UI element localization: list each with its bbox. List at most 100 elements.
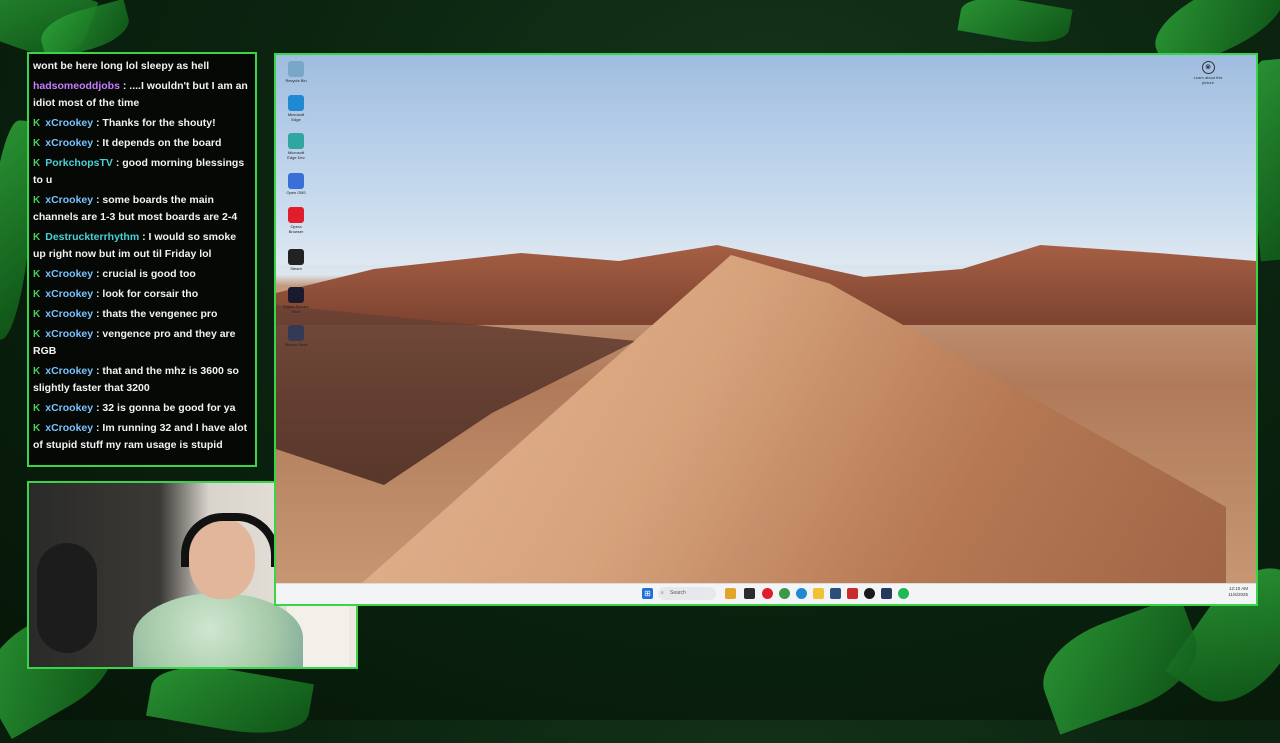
edge-taskbar-icon[interactable] <box>796 588 807 599</box>
subscriber-badge-icon: K <box>33 118 41 129</box>
chat-message: KxCrookey : vengence pro and they are RG… <box>33 326 251 360</box>
desktop-shortcut[interactable]: Steam <box>283 249 309 271</box>
gaming-chair <box>37 543 97 653</box>
chat-message: KxCrookey : thats the vengenec pro <box>33 306 251 323</box>
obs-icon <box>288 173 304 189</box>
chat-message-list: wont be here long lol sleepy as hell hads… <box>33 58 251 454</box>
chat-username[interactable]: xCrookey <box>45 365 93 377</box>
spotify-taskbar-icon[interactable] <box>898 588 909 599</box>
wallpaper-sky <box>276 55 1256 265</box>
subscriber-badge-icon: K <box>33 269 41 280</box>
chat-message: KxCrookey : that and the mhz is 3600 so … <box>33 363 251 397</box>
wallpaper-info-widget[interactable]: ⊗ Learn about this picture <box>1188 61 1228 85</box>
opera-icon <box>288 207 304 223</box>
desktop-shortcut[interactable]: Stream Deck <box>283 325 309 347</box>
chat-message: hadsomeoddjobs : ....I wouldn't but I am… <box>33 78 251 112</box>
desktop-shortcut-label: Stream Deck <box>284 342 308 347</box>
chat-text: : crucial is good too <box>96 268 196 280</box>
desktop-shortcut[interactable]: Opera Browser <box>283 207 309 234</box>
steam-taskbar-icon[interactable] <box>881 588 892 599</box>
chat-panel: wont be here long lol sleepy as hell hads… <box>27 52 257 467</box>
opera-taskbar-icon[interactable] <box>762 588 773 599</box>
chat-username[interactable]: xCrookey <box>45 137 93 149</box>
leaf-decoration <box>957 0 1073 50</box>
desktop-shortcut-label: Opera Browser <box>288 224 304 234</box>
chat-text: : 32 is gonna be good for ya <box>96 402 236 414</box>
subscriber-badge-icon: K <box>33 289 41 300</box>
chat-text: : look for corsair tho <box>96 288 199 300</box>
chat-text: : thats the vengenec pro <box>96 308 218 320</box>
chat-message: KxCrookey : Im running 32 and I have alo… <box>33 420 251 454</box>
chat-message: K PorkchopsTV : good morning blessings to… <box>33 155 251 189</box>
search-placeholder: Search <box>670 590 686 596</box>
subscriber-badge-icon: K <box>33 138 41 149</box>
edge-icon <box>288 95 304 111</box>
system-tray[interactable]: 12:10 AM 11/6/2025 <box>1228 586 1248 598</box>
taskbar-search[interactable]: ⌕ Search <box>658 587 716 600</box>
chat-message: KxCrookey : look for corsair tho <box>33 286 251 303</box>
chat-text: : Thanks for the shouty! <box>96 117 216 129</box>
search-icon: ⌕ <box>661 590 664 596</box>
subscriber-badge-icon: K <box>33 423 41 434</box>
desktop-shortcut-label: Open OBS <box>286 190 306 195</box>
app-taskbar-icon[interactable] <box>830 588 841 599</box>
folder-taskbar-icon[interactable] <box>813 588 824 599</box>
subscriber-badge-icon: K <box>33 366 41 377</box>
streamer-app-taskbar-icon[interactable] <box>847 588 858 599</box>
desktop-shortcut[interactable]: Open OBS <box>283 173 309 195</box>
subscriber-badge-icon: K <box>33 329 41 340</box>
desktop-shortcut-label: Recycle Bin <box>285 78 307 83</box>
desktop-shortcut[interactable]: Microsoft Edge Dev <box>283 133 309 160</box>
desktop-shortcut-label: Steam <box>290 266 302 271</box>
clock-date: 11/6/2025 <box>1228 592 1248 597</box>
chat-message: wont be here long lol sleepy as hell <box>33 58 251 75</box>
desktop-shortcut[interactable]: Microsoft Edge <box>283 95 309 122</box>
chat-message: KxCrookey : some boards the main channel… <box>33 192 251 226</box>
chat-username[interactable]: xCrookey <box>45 117 93 129</box>
widget-label: Learn about this picture <box>1193 75 1223 85</box>
subscriber-badge-icon: K <box>33 309 41 320</box>
chat-username[interactable]: xCrookey <box>45 402 93 414</box>
chat-username[interactable]: xCrookey <box>45 268 93 280</box>
chat-username[interactable]: Destruckterrhythm <box>45 231 139 243</box>
chat-username[interactable]: xCrookey <box>45 288 93 300</box>
leaf-decoration <box>1029 595 1211 735</box>
chat-text: wont be here long lol sleepy as hell <box>33 60 210 72</box>
obs-taskbar-icon[interactable] <box>864 588 875 599</box>
recycle-bin-icon <box>288 61 304 77</box>
chat-username[interactable]: xCrookey <box>45 308 93 320</box>
steam-icon <box>288 249 304 265</box>
chat-username[interactable]: xCrookey <box>45 422 93 434</box>
taskbar: ⊞ ⌕ Search 12:10 AM 11/6/2025 <box>276 583 1256 604</box>
desktop-window: Recycle Bin Microsoft Edge Microsoft Edge … <box>274 53 1258 606</box>
chat-username[interactable]: xCrookey <box>45 194 93 206</box>
desktop-shortcut-label: Elgato Stream Deck <box>283 304 309 314</box>
chrome-taskbar-icon[interactable] <box>779 588 790 599</box>
camera-icon: ⊗ <box>1201 61 1215 74</box>
edge-dev-icon <box>288 133 304 149</box>
widget-weather-icon[interactable] <box>725 588 736 599</box>
desktop-shortcut-label: Microsoft Edge Dev <box>287 150 305 160</box>
chat-username[interactable]: PorkchopsTV <box>45 157 113 169</box>
chat-message: KxCrookey : 32 is gonna be good for ya <box>33 400 251 417</box>
start-icon[interactable]: ⊞ <box>642 588 653 599</box>
chat-message: KxCrookey : Thanks for the shouty! <box>33 115 251 132</box>
app-icon <box>288 287 304 303</box>
headset <box>181 513 279 567</box>
leaf-decoration <box>146 656 314 743</box>
desktop-shortcut-label: Microsoft Edge <box>287 112 305 122</box>
chat-message: K Destruckterrhythm : I would so smoke up… <box>33 229 251 263</box>
stream-deck-icon <box>288 325 304 341</box>
subscriber-badge-icon: K <box>33 232 41 243</box>
subscriber-badge-icon: K <box>33 403 41 414</box>
subscriber-badge-icon: K <box>33 158 41 169</box>
chat-message: KxCrookey : It depends on the board <box>33 135 251 152</box>
chat-username[interactable]: hadsomeoddjobs <box>33 80 120 92</box>
desktop-shortcut[interactable]: Elgato Stream Deck <box>283 287 309 314</box>
subscriber-badge-icon: K <box>33 195 41 206</box>
desktop-shortcut[interactable]: Recycle Bin <box>283 61 309 83</box>
chat-username[interactable]: xCrookey <box>45 328 93 340</box>
file-explorer-icon[interactable] <box>744 588 755 599</box>
chat-message: KxCrookey : crucial is good too <box>33 266 251 283</box>
chat-text: : It depends on the board <box>96 137 222 149</box>
